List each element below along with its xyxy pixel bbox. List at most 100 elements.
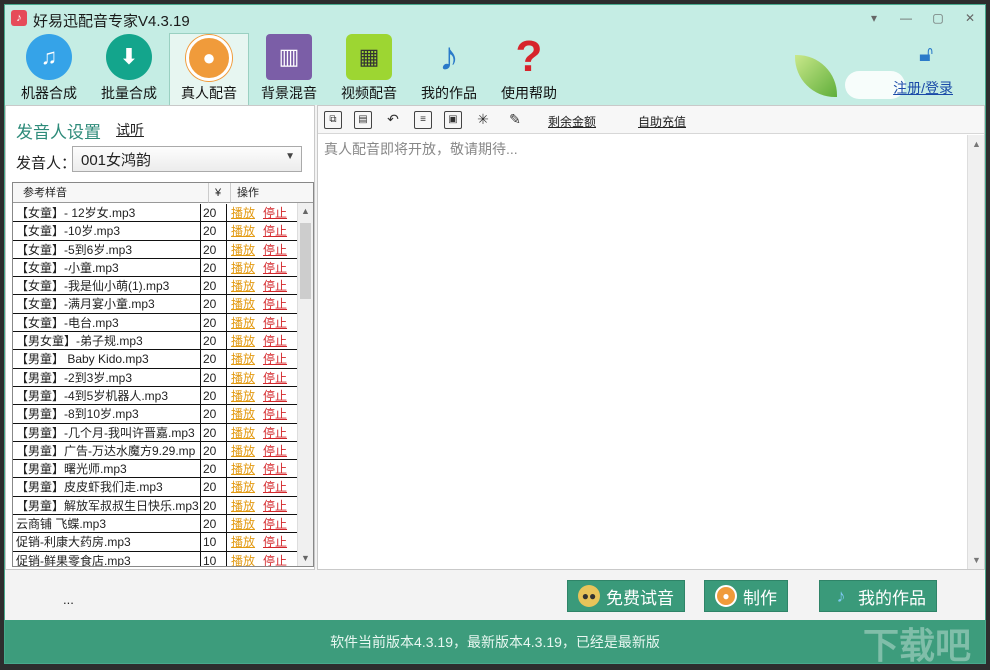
tool-help[interactable]: ? 使用帮助 <box>489 32 569 105</box>
stop-link[interactable]: 停止 <box>263 334 287 348</box>
table-row[interactable]: 促销-利康大药房.mp3 10 播放 停止 <box>13 533 299 552</box>
play-link[interactable]: 播放 <box>231 297 255 311</box>
maximize-button[interactable]: ▢ <box>931 11 945 25</box>
scrollbar[interactable]: ▲ ▼ <box>297 203 313 566</box>
brush-icon[interactable]: ✎ <box>506 111 524 129</box>
table-row[interactable]: 云商铺 飞蝶.mp3 20 播放 停止 <box>13 515 299 534</box>
play-link[interactable]: 播放 <box>231 261 255 275</box>
column-header-price: ¥ <box>209 183 231 203</box>
my-works-button[interactable]: ♪ 我的作品 <box>819 580 937 612</box>
balance-link[interactable]: 剩余金额 <box>548 113 596 130</box>
lock-icon[interactable]: 🔓︎ <box>919 41 941 67</box>
sample-price: 10 <box>201 533 227 551</box>
table-row[interactable]: 【男童】-几个月-我叫许晋嘉.mp3 20 播放 停止 <box>13 423 299 442</box>
recharge-link[interactable]: 自助充值 <box>638 113 686 130</box>
table-row[interactable]: 【女童】-5到6岁.mp3 20 播放 停止 <box>13 240 299 259</box>
table-row[interactable]: 【女童】-10岁.mp3 20 播放 停止 <box>13 222 299 241</box>
speaker-label: 发音人： <box>16 155 77 172</box>
table-row[interactable]: 【女童】-我是仙小萌(1).mp3 20 播放 停止 <box>13 277 299 296</box>
table-row[interactable]: 【男童】-8到10岁.mp3 20 播放 停止 <box>13 405 299 424</box>
tool-machine-synthesis[interactable]: ♫ 机器合成 <box>9 33 89 105</box>
table-row[interactable]: 【女童】-满月宴小童.mp3 20 播放 停止 <box>13 295 299 314</box>
table-row[interactable]: 【男女童】-弟子规.mp3 20 播放 停止 <box>13 332 299 351</box>
table-row[interactable]: 【男童】解放军叔叔生日快乐.mp3 20 播放 停止 <box>13 496 299 516</box>
stop-link[interactable]: 停止 <box>263 426 287 440</box>
table-row[interactable]: 【女童】- 12岁女.mp3 20 播放 停止 <box>13 204 299 223</box>
tool-real-person-dubbing[interactable]: ● 真人配音 <box>169 33 249 105</box>
stop-link[interactable]: 停止 <box>263 554 287 566</box>
play-link[interactable]: 播放 <box>231 371 255 385</box>
paste-icon[interactable]: ▤ <box>354 111 372 129</box>
play-link[interactable]: 播放 <box>231 407 255 421</box>
text-editor[interactable]: 真人配音即将开放，敬请期待... <box>318 135 968 569</box>
stop-link[interactable]: 停止 <box>263 499 287 513</box>
tool-batch-synthesis[interactable]: ⬇ 批量合成 <box>89 33 169 105</box>
minimize-button[interactable]: — <box>899 11 913 25</box>
stop-link[interactable]: 停止 <box>263 389 287 403</box>
stop-link[interactable]: 停止 <box>263 261 287 275</box>
stop-link[interactable]: 停止 <box>263 444 287 458</box>
table-row[interactable]: 【女童】-电台.mp3 20 播放 停止 <box>13 313 299 333</box>
table-row[interactable]: 【男童】-4到5岁机器人.mp3 20 播放 停止 <box>13 386 299 406</box>
stop-link[interactable]: 停止 <box>263 316 287 330</box>
play-link[interactable]: 播放 <box>231 480 255 494</box>
table-row[interactable]: 【男童】 Baby Kido.mp3 20 播放 停止 <box>13 350 299 369</box>
sample-ops: 播放 停止 <box>227 204 299 221</box>
free-trial-button[interactable]: ●● 免费试音 <box>567 580 685 612</box>
table-row[interactable]: 【女童】-小童.mp3 20 播放 停止 <box>13 258 299 278</box>
stop-link[interactable]: 停止 <box>263 206 287 220</box>
save-icon[interactable]: ▣ <box>444 111 462 129</box>
copy-icon[interactable]: ⧉ <box>324 111 342 129</box>
stop-link[interactable]: 停止 <box>263 279 287 293</box>
play-link[interactable]: 播放 <box>231 554 255 566</box>
sparkle-icon[interactable]: ✳ <box>474 111 492 129</box>
stop-link[interactable]: 停止 <box>263 352 287 366</box>
undo-icon[interactable]: ↶ <box>384 111 402 129</box>
register-login-link[interactable]: 注册/登录 <box>893 78 953 98</box>
speaker-select[interactable]: 001女鸿韵 ▼ <box>72 146 302 172</box>
stop-link[interactable]: 停止 <box>263 371 287 385</box>
stop-link[interactable]: 停止 <box>263 297 287 311</box>
play-link[interactable]: 播放 <box>231 279 255 293</box>
stop-link[interactable]: 停止 <box>263 535 287 549</box>
stop-link[interactable]: 停止 <box>263 480 287 494</box>
table-row[interactable]: 【男童】曙光师.mp3 20 播放 停止 <box>13 460 299 479</box>
table-row[interactable]: 【男童】皮皮虾我们走.mp3 20 播放 停止 <box>13 478 299 497</box>
scroll-down-icon[interactable]: ▼ <box>972 555 981 565</box>
stop-link[interactable]: 停止 <box>263 224 287 238</box>
scroll-thumb[interactable] <box>300 223 311 299</box>
play-link[interactable]: 播放 <box>231 426 255 440</box>
scroll-up-icon[interactable]: ▲ <box>972 139 981 149</box>
play-link[interactable]: 播放 <box>231 316 255 330</box>
make-button[interactable]: ● 制作 <box>704 580 788 612</box>
play-link[interactable]: 播放 <box>231 224 255 238</box>
skin-icon[interactable]: ▾ <box>867 11 881 25</box>
stop-link[interactable]: 停止 <box>263 407 287 421</box>
play-link[interactable]: 播放 <box>231 389 255 403</box>
document-icon[interactable]: ≡ <box>414 111 432 129</box>
table-row[interactable]: 促销-鲜果零食店.mp3 10 播放 停止 <box>13 551 299 566</box>
editor-scrollbar[interactable]: ▲ ▼ <box>967 135 984 569</box>
table-row[interactable]: 【男童】广告-万达水魔方9.29.mp 20 播放 停止 <box>13 441 299 461</box>
stop-link[interactable]: 停止 <box>263 243 287 257</box>
close-button[interactable]: ✕ <box>963 11 977 25</box>
tool-video-dubbing[interactable]: ▦ 视频配音 <box>329 33 409 105</box>
play-link[interactable]: 播放 <box>231 462 255 476</box>
play-link[interactable]: 播放 <box>231 243 255 257</box>
stop-link[interactable]: 停止 <box>263 462 287 476</box>
sample-price: 20 <box>201 313 227 332</box>
table-row[interactable]: 【男童】-2到3岁.mp3 20 播放 停止 <box>13 368 299 387</box>
scroll-up-icon[interactable]: ▲ <box>301 206 310 216</box>
play-link[interactable]: 播放 <box>231 444 255 458</box>
audition-link[interactable]: 试听 <box>116 120 144 140</box>
play-link[interactable]: 播放 <box>231 535 255 549</box>
tool-my-works[interactable]: ♪ 我的作品 <box>409 33 489 105</box>
play-link[interactable]: 播放 <box>231 334 255 348</box>
play-link[interactable]: 播放 <box>231 206 255 220</box>
stop-link[interactable]: 停止 <box>263 517 287 531</box>
play-link[interactable]: 播放 <box>231 352 255 366</box>
tool-background-mix[interactable]: ▥ 背景混音 <box>249 33 329 105</box>
play-link[interactable]: 播放 <box>231 499 255 513</box>
scroll-down-icon[interactable]: ▼ <box>301 553 310 563</box>
play-link[interactable]: 播放 <box>231 517 255 531</box>
